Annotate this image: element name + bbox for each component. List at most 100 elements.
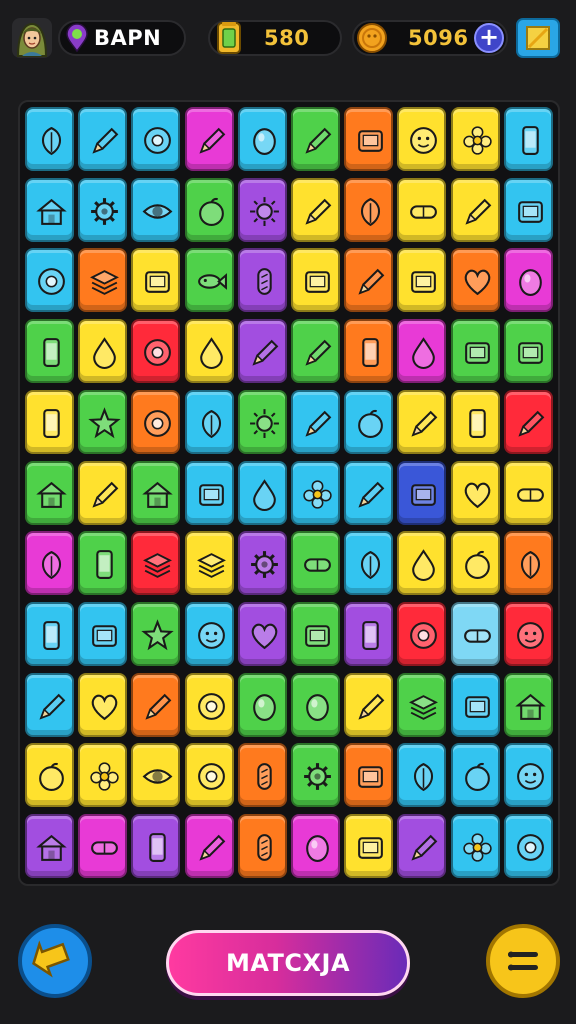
board-tile[interactable] xyxy=(450,319,500,384)
board-tile[interactable] xyxy=(131,814,181,878)
menu-button[interactable] xyxy=(486,924,560,998)
board-tile[interactable] xyxy=(25,531,74,596)
board-tile[interactable] xyxy=(131,601,181,666)
board-tile[interactable] xyxy=(291,248,340,313)
board-tile[interactable] xyxy=(503,743,553,808)
board-tile[interactable] xyxy=(503,672,553,737)
board-tile[interactable] xyxy=(184,531,234,596)
board-tile[interactable] xyxy=(184,672,234,737)
board-tile[interactable] xyxy=(78,743,128,808)
board-tile[interactable] xyxy=(78,460,128,525)
board-tile[interactable] xyxy=(131,672,181,737)
board-tile[interactable] xyxy=(25,177,74,242)
board-tile[interactable] xyxy=(237,601,287,666)
board-tile[interactable] xyxy=(344,107,394,171)
back-button[interactable] xyxy=(18,924,92,998)
board-tile[interactable] xyxy=(503,107,553,171)
board-tile[interactable] xyxy=(78,672,128,737)
board-tile[interactable] xyxy=(503,248,553,313)
board-tile[interactable] xyxy=(131,177,181,242)
board-tile[interactable] xyxy=(237,248,287,313)
add-coins-button[interactable]: + xyxy=(474,23,504,53)
board-tile[interactable] xyxy=(25,814,74,878)
board-tile[interactable] xyxy=(78,177,128,242)
board-tile[interactable] xyxy=(184,248,234,313)
board-tile[interactable] xyxy=(237,814,287,878)
board-tile[interactable] xyxy=(237,389,287,454)
board-tile[interactable] xyxy=(344,177,394,242)
board-tile[interactable] xyxy=(344,460,394,525)
match-button[interactable]: MATCXJA xyxy=(166,930,410,996)
board-tile[interactable] xyxy=(450,177,500,242)
board-tile[interactable] xyxy=(291,601,340,666)
board-tile[interactable] xyxy=(344,319,394,384)
board-tile[interactable] xyxy=(237,672,287,737)
board-tile[interactable] xyxy=(397,531,447,596)
board-tile[interactable] xyxy=(25,601,74,666)
board-tile[interactable] xyxy=(503,319,553,384)
board-tile[interactable] xyxy=(237,460,287,525)
board-tile[interactable] xyxy=(397,743,447,808)
board-tile[interactable] xyxy=(25,672,74,737)
board-tile[interactable] xyxy=(450,107,500,171)
board-tile[interactable] xyxy=(450,672,500,737)
board-tile[interactable] xyxy=(450,460,500,525)
board-tile[interactable] xyxy=(237,743,287,808)
board-tile[interactable] xyxy=(397,601,447,666)
board-tile[interactable] xyxy=(397,672,447,737)
board-tile[interactable] xyxy=(131,743,181,808)
board-tile[interactable] xyxy=(184,743,234,808)
board-tile[interactable] xyxy=(344,672,394,737)
board-tile[interactable] xyxy=(397,107,447,171)
board-tile[interactable] xyxy=(503,601,553,666)
board-tile[interactable] xyxy=(397,248,447,313)
board-tile[interactable] xyxy=(131,319,181,384)
board-tile[interactable] xyxy=(184,389,234,454)
board-tile[interactable] xyxy=(503,389,553,454)
board-tile[interactable] xyxy=(344,601,394,666)
board-tile[interactable] xyxy=(450,248,500,313)
board-tile[interactable] xyxy=(78,531,128,596)
gem-counter[interactable]: 580 xyxy=(208,20,342,56)
board-tile[interactable] xyxy=(450,814,500,878)
board-tile[interactable] xyxy=(237,107,287,171)
board-tile[interactable] xyxy=(184,319,234,384)
board-tile[interactable] xyxy=(131,389,181,454)
board-tile[interactable] xyxy=(25,743,74,808)
board-tile[interactable] xyxy=(78,248,128,313)
board-tile[interactable] xyxy=(291,814,340,878)
board-tile[interactable] xyxy=(344,389,394,454)
board-tile[interactable] xyxy=(291,177,340,242)
board-tile[interactable] xyxy=(291,389,340,454)
coin-counter[interactable]: 5096 + xyxy=(352,20,508,56)
board-tile[interactable] xyxy=(237,177,287,242)
board-tile[interactable] xyxy=(184,601,234,666)
board-tile[interactable] xyxy=(344,743,394,808)
board-tile[interactable] xyxy=(344,248,394,313)
board-tile[interactable] xyxy=(291,107,340,171)
board-tile[interactable] xyxy=(78,107,128,171)
board-tile[interactable] xyxy=(291,672,340,737)
shop-button[interactable] xyxy=(516,18,560,58)
board-tile[interactable] xyxy=(397,319,447,384)
board-tile[interactable] xyxy=(25,389,74,454)
board-tile[interactable] xyxy=(184,107,234,171)
board-tile[interactable] xyxy=(291,531,340,596)
board-tile[interactable] xyxy=(131,248,181,313)
board-tile[interactable] xyxy=(184,814,234,878)
board-tile[interactable] xyxy=(344,814,394,878)
board-tile[interactable] xyxy=(397,389,447,454)
board-tile[interactable] xyxy=(237,531,287,596)
board-tile[interactable] xyxy=(503,460,553,525)
player-name-pill[interactable]: BAPN xyxy=(58,20,186,56)
board-tile[interactable] xyxy=(184,460,234,525)
board-tile[interactable] xyxy=(78,319,128,384)
board-tile[interactable] xyxy=(25,319,74,384)
board-tile[interactable] xyxy=(25,107,74,171)
board-tile[interactable] xyxy=(450,601,500,666)
board-tile[interactable] xyxy=(25,460,74,525)
board-tile[interactable] xyxy=(291,460,340,525)
board-tile[interactable] xyxy=(503,177,553,242)
board-tile[interactable] xyxy=(131,531,181,596)
board-tile[interactable] xyxy=(291,743,340,808)
